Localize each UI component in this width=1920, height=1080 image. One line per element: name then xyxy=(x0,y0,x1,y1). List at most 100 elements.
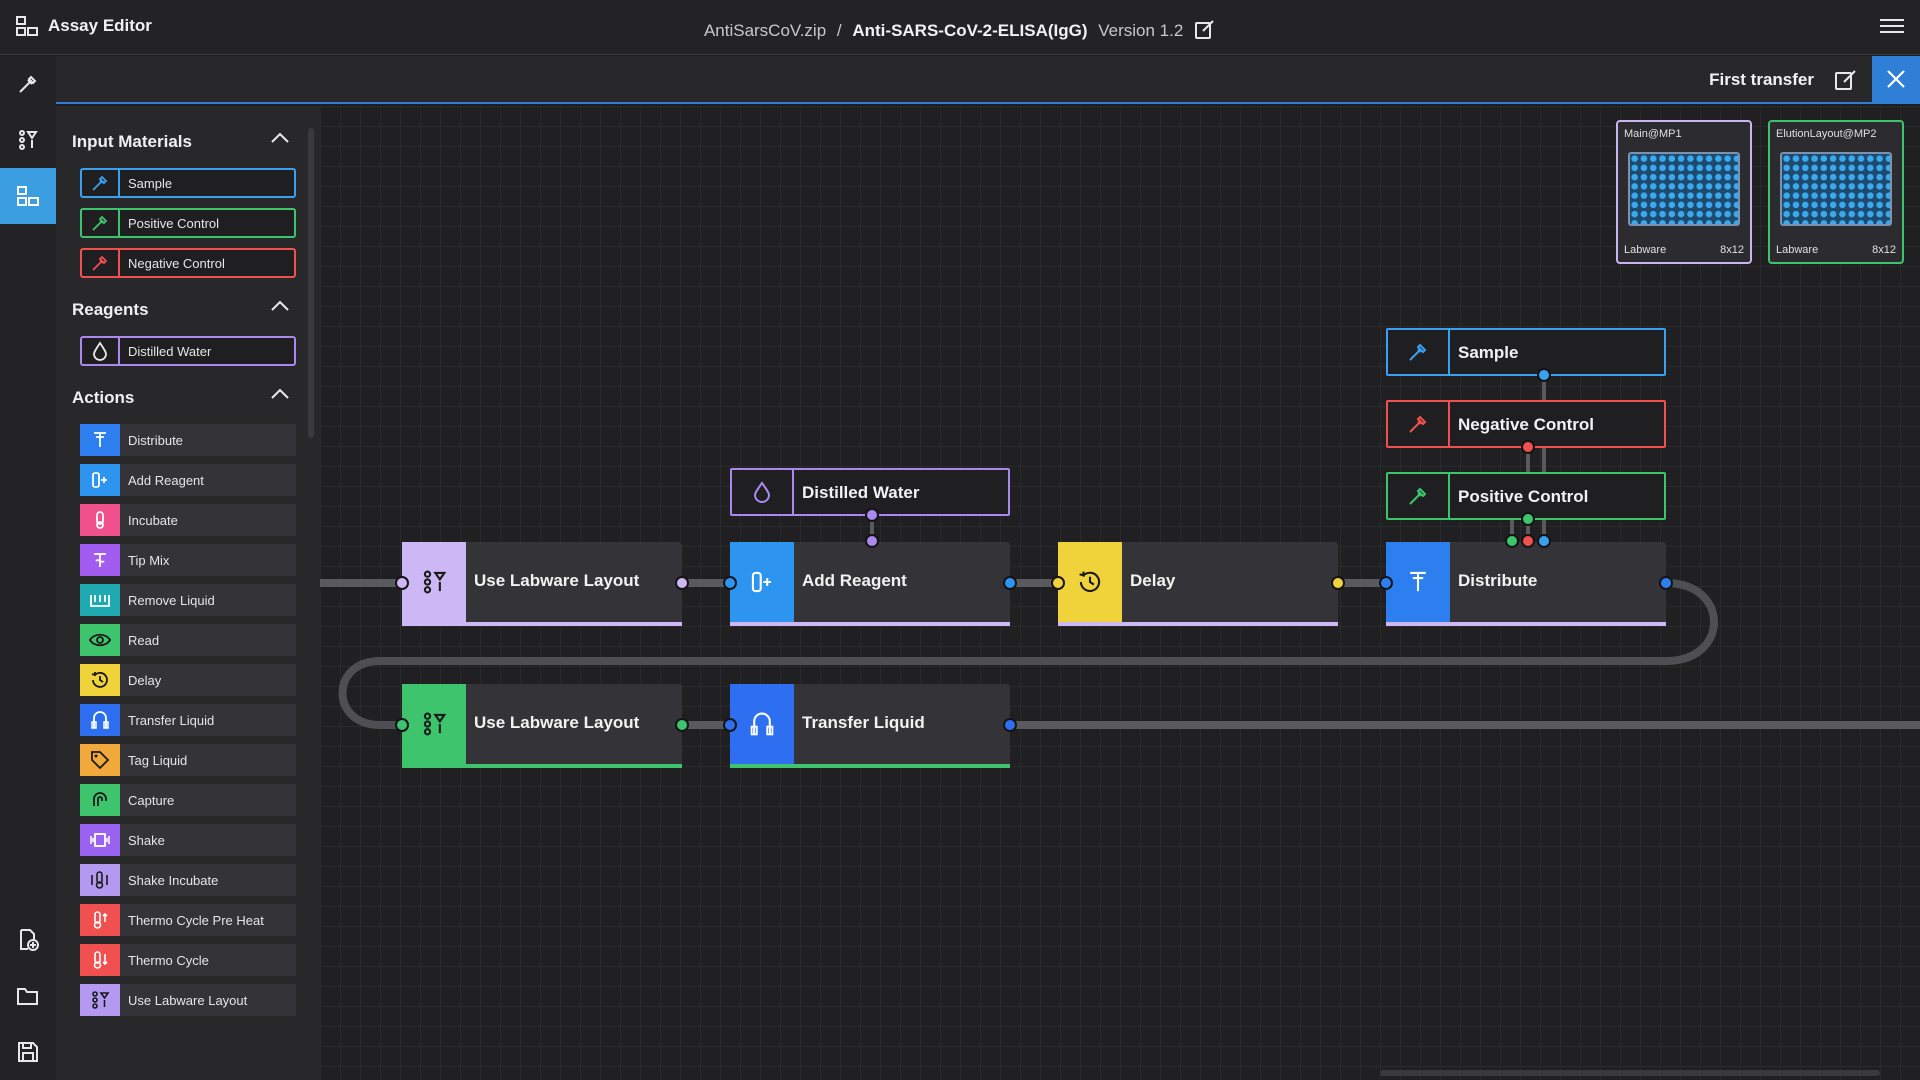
actions-tool-button[interactable] xyxy=(0,112,56,168)
open-folder-button[interactable] xyxy=(0,968,56,1024)
node-use-labware-layout[interactable]: Use Labware Layout xyxy=(402,684,682,768)
labware-card[interactable]: ElutionLayout@MP2 Labware 8x12 xyxy=(1768,120,1904,264)
action-transfer-liquid[interactable]: Transfer Liquid xyxy=(80,704,296,736)
close-icon xyxy=(1887,70,1905,88)
action-remove-liquid[interactable]: Remove Liquid xyxy=(80,584,296,616)
node-label: Transfer Liquid xyxy=(802,713,925,732)
node-use-labware-layout[interactable]: Use Labware Layout xyxy=(402,542,682,626)
input-port[interactable] xyxy=(865,534,879,548)
edit-step-icon[interactable] xyxy=(1834,68,1858,92)
node-add-reagent[interactable]: Add Reagent xyxy=(730,542,1010,626)
input-port[interactable] xyxy=(395,576,409,590)
input-port[interactable] xyxy=(1537,534,1551,548)
chevron-up-icon[interactable] xyxy=(270,388,290,400)
output-port[interactable] xyxy=(1331,576,1345,590)
action-thermo-cycle-pre-heat[interactable]: Thermo Cycle Pre Heat xyxy=(80,904,296,936)
output-port[interactable] xyxy=(1003,576,1017,590)
canvas-horizontal-scrollbar[interactable] xyxy=(1380,1070,1880,1076)
node-status-bar xyxy=(402,622,682,626)
input-port[interactable] xyxy=(1505,534,1519,548)
node-status-bar xyxy=(730,764,1010,768)
pipette-icon xyxy=(92,255,108,271)
action-tag-liquid[interactable]: Tag Liquid xyxy=(80,744,296,776)
output-port[interactable] xyxy=(865,508,879,522)
thermometer-icon xyxy=(96,511,104,529)
material-sample[interactable]: Sample xyxy=(80,168,296,198)
layout-icon xyxy=(17,186,39,206)
input-port[interactable] xyxy=(1379,576,1393,590)
material-label: Negative Control xyxy=(128,255,225,271)
input-port[interactable] xyxy=(1521,534,1535,548)
output-port[interactable] xyxy=(1003,718,1017,732)
output-port[interactable] xyxy=(1537,368,1551,382)
material-negative-control[interactable]: Negative Control xyxy=(80,248,296,278)
chevron-up-icon[interactable] xyxy=(270,132,290,144)
action-label: Thermo Cycle xyxy=(128,952,209,968)
output-port[interactable] xyxy=(1521,512,1535,526)
action-shake[interactable]: Shake xyxy=(80,824,296,856)
actions-title: Actions xyxy=(72,388,135,407)
input-port[interactable] xyxy=(395,718,409,732)
pipette-icon xyxy=(92,215,108,231)
input-port[interactable] xyxy=(723,718,737,732)
save-icon xyxy=(18,1042,38,1062)
add-reagent-icon xyxy=(751,571,772,593)
action-thermo-cycle[interactable]: Thermo Cycle xyxy=(80,944,296,976)
pipette-tool-button[interactable] xyxy=(0,56,56,112)
reagent-distilled-water[interactable]: Distilled Water xyxy=(80,336,296,366)
workflow-canvas[interactable]: Main@MP1 Labware 8x12 ElutionLayout@MP2 … xyxy=(320,106,1920,1080)
labware-name: Main@MP1 xyxy=(1624,128,1682,140)
tip-mix-icon xyxy=(94,553,106,567)
labware-layout-icon xyxy=(423,570,447,594)
action-read[interactable]: Read xyxy=(80,624,296,656)
node-status-bar xyxy=(730,622,1010,626)
action-shake-incubate[interactable]: Shake Incubate xyxy=(80,864,296,896)
remove-liquid-icon xyxy=(90,595,110,607)
output-port[interactable] xyxy=(1521,440,1535,454)
close-button[interactable] xyxy=(1872,56,1920,102)
file-name[interactable]: AntiSarsCoV.zip xyxy=(704,21,826,40)
labware-card[interactable]: Main@MP1 Labware 8x12 xyxy=(1616,120,1752,264)
node-label: Distribute xyxy=(1458,571,1538,590)
action-capture[interactable]: Capture xyxy=(80,784,296,816)
node-label: Negative Control xyxy=(1458,415,1595,434)
input-port[interactable] xyxy=(1051,576,1065,590)
output-port[interactable] xyxy=(1659,576,1673,590)
action-add-reagent[interactable]: Add Reagent xyxy=(80,464,296,496)
action-delay[interactable]: Delay xyxy=(80,664,296,696)
clock-icon xyxy=(91,672,108,688)
action-use-labware-layout[interactable]: Use Labware Layout xyxy=(80,984,296,1016)
action-label: Thermo Cycle Pre Heat xyxy=(128,912,264,928)
panel-scrollbar[interactable] xyxy=(308,128,314,438)
action-tip-mix[interactable]: Tip Mix xyxy=(80,544,296,576)
node-distribute[interactable]: Distribute xyxy=(1386,542,1666,626)
input-port[interactable] xyxy=(723,576,737,590)
node-label: Delay xyxy=(1130,571,1176,590)
pipette-icon xyxy=(1409,343,1427,361)
input-node-sample[interactable]: Sample xyxy=(1386,328,1666,376)
node-status-bar xyxy=(1058,622,1338,626)
distribute-icon xyxy=(1410,571,1426,592)
flow-icon xyxy=(19,130,38,150)
action-incubate[interactable]: Incubate xyxy=(80,504,296,536)
material-positive-control[interactable]: Positive Control xyxy=(80,208,296,238)
output-port[interactable] xyxy=(675,718,689,732)
step-header: First transfer xyxy=(56,56,1920,104)
node-delay[interactable]: Delay xyxy=(1058,542,1338,626)
new-file-button[interactable] xyxy=(0,912,56,968)
chevron-up-icon[interactable] xyxy=(270,300,290,312)
save-button[interactable] xyxy=(0,1024,56,1080)
action-distribute[interactable]: Distribute xyxy=(80,424,296,456)
labware-type: Labware xyxy=(1776,244,1819,256)
output-port[interactable] xyxy=(675,576,689,590)
menu-icon[interactable] xyxy=(1880,16,1904,36)
node-label: Sample xyxy=(1458,343,1519,362)
plate-grid xyxy=(1780,152,1892,226)
folder-icon xyxy=(17,988,38,1005)
node-transfer-liquid[interactable]: Transfer Liquid xyxy=(730,684,1010,768)
edit-icon[interactable] xyxy=(1194,18,1216,40)
version-label: Version 1.2 xyxy=(1098,21,1184,40)
transfer-icon xyxy=(750,712,774,736)
tag-icon xyxy=(91,751,110,770)
layout-tool-button[interactable] xyxy=(0,168,56,224)
